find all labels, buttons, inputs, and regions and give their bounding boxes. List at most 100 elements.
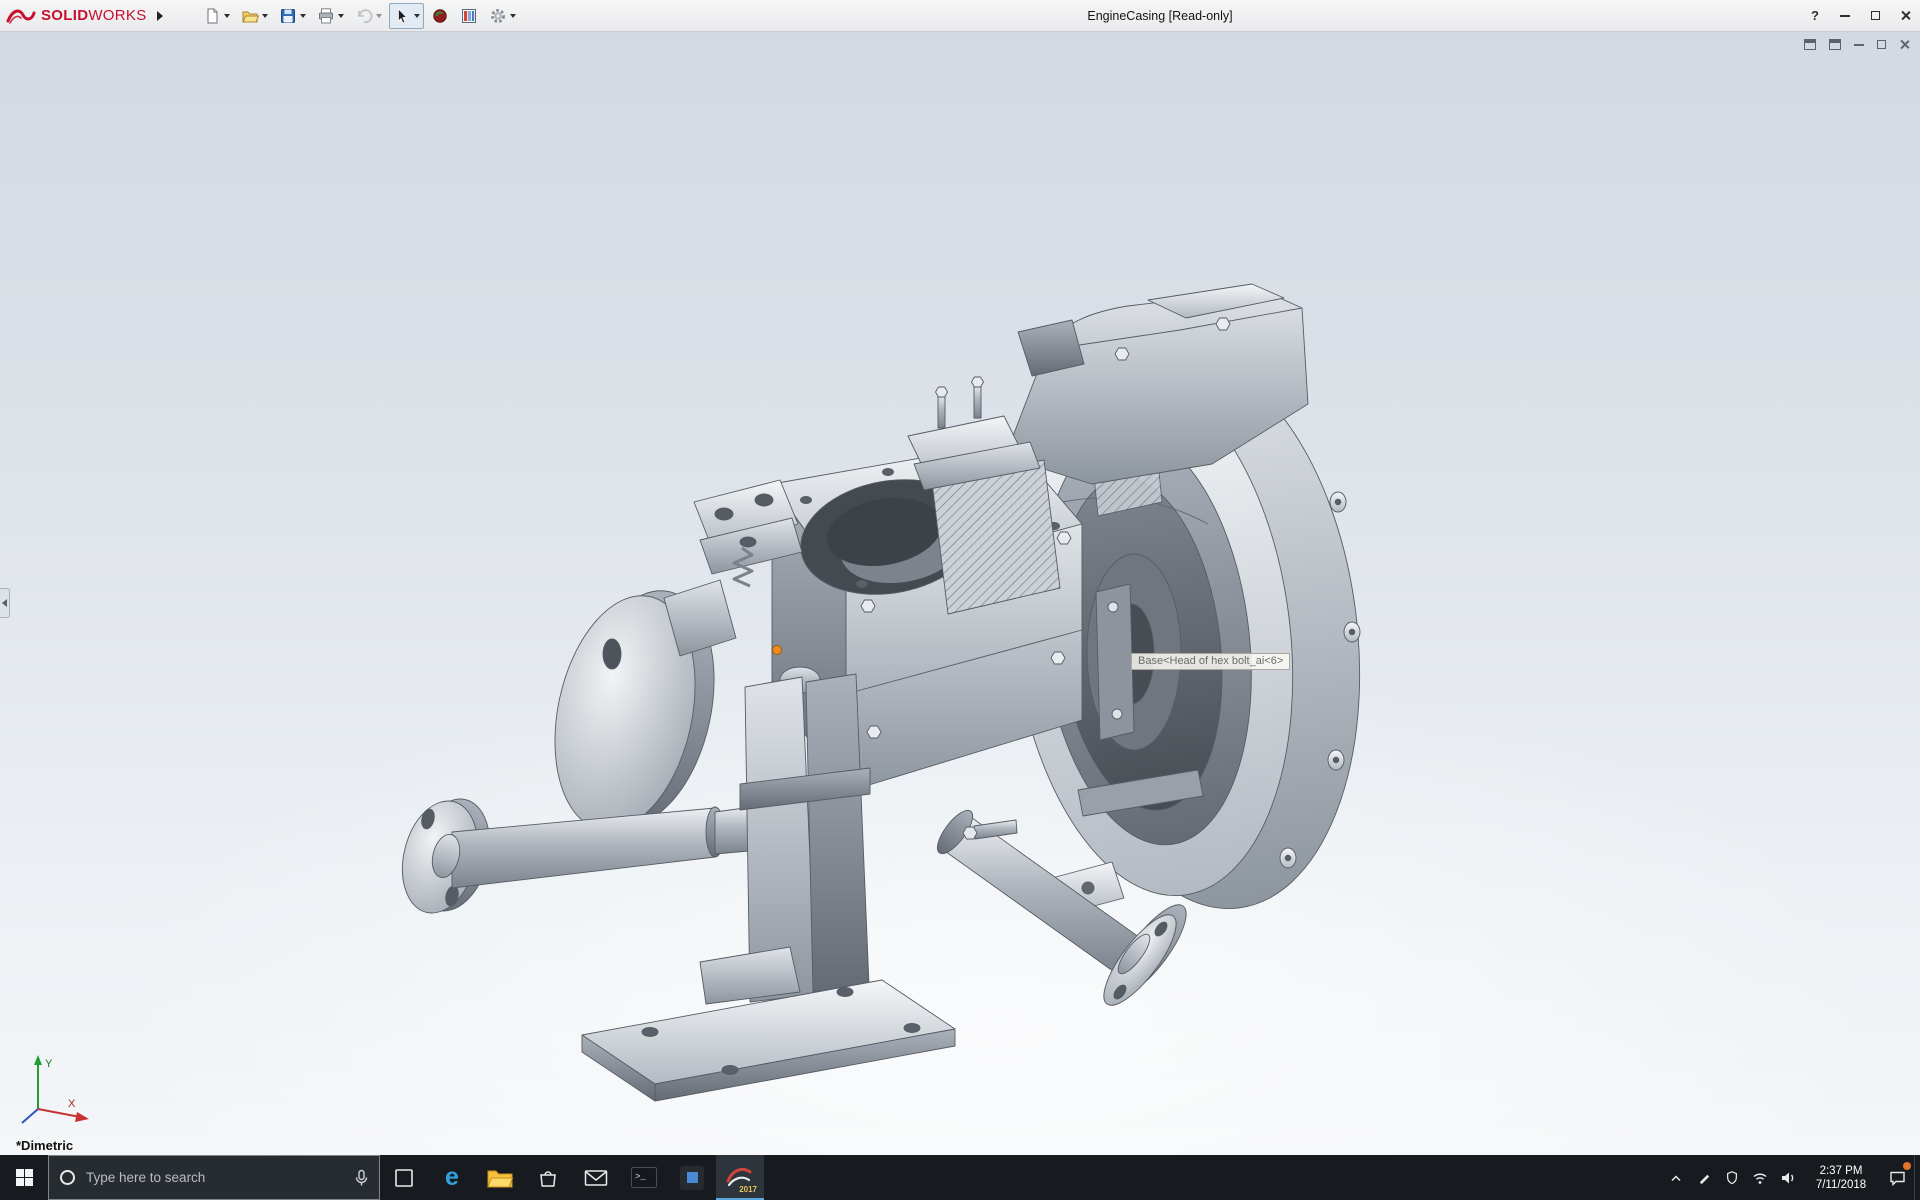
triad-y-label: Y — [45, 1058, 53, 1070]
dropdown-caret[interactable] — [510, 14, 516, 18]
window-controls: ? — [1800, 0, 1920, 31]
dropdown-caret[interactable] — [224, 14, 230, 18]
clock-time: 2:37 PM — [1820, 1164, 1863, 1178]
flyout-arrow-icon — [157, 11, 163, 21]
file-explorer-icon — [487, 1168, 513, 1188]
pen-icon — [1697, 1170, 1712, 1185]
maximize-icon — [1871, 11, 1880, 20]
engine-casing-model[interactable] — [0, 32, 1920, 1155]
taskbar-mail-button[interactable] — [572, 1155, 620, 1200]
show-desktop-button[interactable] — [1914, 1155, 1920, 1200]
edge-icon: e — [445, 1165, 459, 1190]
window-pane-icon — [1829, 39, 1841, 50]
volume-tray-button[interactable] — [1774, 1155, 1802, 1200]
chevron-left-icon — [2, 599, 7, 607]
open-folder-icon — [241, 7, 259, 25]
chevron-up-icon — [1669, 1172, 1683, 1184]
taskbar-explorer-button[interactable] — [476, 1155, 524, 1200]
dropdown-caret[interactable] — [338, 14, 344, 18]
dropdown-caret[interactable] — [414, 14, 420, 18]
solidworks-year-badge: 2017 — [739, 1185, 757, 1194]
dark-app-icon — [680, 1166, 704, 1190]
save-button[interactable] — [275, 3, 310, 29]
microphone-icon[interactable] — [355, 1169, 368, 1187]
store-bag-icon — [537, 1167, 559, 1189]
console-icon: >_ — [631, 1167, 657, 1188]
dassault-logo-icon — [6, 6, 36, 26]
select-button[interactable] — [389, 3, 424, 29]
brand-wordmark: SOLIDWORKS — [41, 7, 147, 24]
selection-point[interactable] — [773, 646, 782, 655]
dropdown-caret[interactable] — [300, 14, 306, 18]
minimize-icon — [1854, 44, 1864, 46]
action-center-button[interactable] — [1880, 1155, 1914, 1200]
start-button[interactable] — [0, 1155, 48, 1200]
ta skbar-app-dark-button[interactable] — [668, 1155, 716, 1200]
file-properties-button[interactable] — [456, 3, 482, 29]
taskbar-edge-button[interactable]: e — [428, 1155, 476, 1200]
solidworks-app-icon: 2017 — [725, 1163, 755, 1193]
taskbar-store-button[interactable] — [524, 1155, 572, 1200]
options-button[interactable] — [485, 3, 520, 29]
taskbar-clock[interactable]: 2:37 PM 7/11/2018 — [1802, 1155, 1880, 1200]
taskbar: e >_ 2017 — [0, 1155, 1920, 1200]
main-toolbar — [199, 3, 520, 29]
print-icon — [317, 7, 335, 25]
taskbar-solidworks-button[interactable]: 2017 — [716, 1155, 764, 1200]
menu-flyout-arrow[interactable] — [151, 3, 169, 29]
system-tray: 2:37 PM 7/11/2018 — [1662, 1155, 1920, 1200]
maximize-button[interactable] — [1860, 0, 1890, 31]
clock-date: 7/11/2018 — [1816, 1178, 1866, 1192]
notification-badge — [1903, 1162, 1911, 1170]
orientation-triad: Y X — [14, 1051, 98, 1131]
select-cursor-icon — [393, 7, 411, 25]
taskbar-console-button[interactable]: >_ — [620, 1155, 668, 1200]
search-icon — [60, 1170, 75, 1185]
new-window-button[interactable] — [1804, 39, 1816, 50]
new-document-button[interactable] — [199, 3, 234, 29]
hover-tooltip: Base<Head of hex bolt_ai<6> — [1131, 653, 1290, 670]
close-button[interactable] — [1890, 0, 1920, 31]
task-view-button[interactable] — [380, 1155, 428, 1200]
close-icon — [1899, 39, 1910, 50]
minimize-icon — [1840, 15, 1850, 17]
dropdown-caret[interactable] — [376, 14, 382, 18]
ink-workspace-button[interactable] — [1690, 1155, 1718, 1200]
app-titlebar: SOLIDWORKS — [0, 0, 1920, 32]
triad-x-label: X — [68, 1098, 76, 1110]
undo-button[interactable] — [351, 3, 386, 29]
security-tray-button[interactable] — [1718, 1155, 1746, 1200]
view-orientation-label: *Dimetric — [16, 1138, 73, 1153]
shield-icon — [1725, 1170, 1739, 1185]
notification-bubble-icon — [1889, 1170, 1906, 1186]
featuremanager-collapse-tab[interactable] — [0, 588, 10, 618]
network-tray-button[interactable] — [1746, 1155, 1774, 1200]
options-gear-icon — [489, 7, 507, 25]
task-view-icon — [393, 1167, 415, 1189]
help-button[interactable]: ? — [1800, 0, 1830, 31]
rebuild-button[interactable] — [427, 3, 453, 29]
undo-icon — [355, 7, 373, 25]
window-pane-icon — [1804, 39, 1816, 50]
open-button[interactable] — [237, 3, 272, 29]
side-cover-disc[interactable] — [535, 578, 736, 844]
restore-icon — [1877, 40, 1886, 49]
new-document-icon — [203, 7, 221, 25]
close-icon — [1900, 10, 1911, 21]
search-input[interactable] — [84, 1169, 346, 1186]
graphics-area[interactable]: Base<Head of hex bolt_ai<6> Y X *Dimetri… — [0, 32, 1920, 1155]
solidworks-logo: SOLIDWORKS — [0, 6, 151, 26]
doc-restore-button[interactable] — [1877, 40, 1886, 49]
tile-window-button[interactable] — [1829, 39, 1841, 50]
minimize-button[interactable] — [1830, 0, 1860, 31]
taskbar-search[interactable] — [48, 1155, 380, 1200]
windows-logo-icon — [16, 1169, 33, 1186]
speaker-icon — [1780, 1171, 1796, 1185]
doc-close-button[interactable] — [1899, 39, 1910, 50]
print-button[interactable] — [313, 3, 348, 29]
dropdown-caret[interactable] — [262, 14, 268, 18]
doc-minimize-button[interactable] — [1854, 44, 1864, 46]
hidden-icons-button[interactable] — [1662, 1155, 1690, 1200]
wifi-icon — [1752, 1171, 1768, 1185]
file-properties-icon — [460, 7, 478, 25]
